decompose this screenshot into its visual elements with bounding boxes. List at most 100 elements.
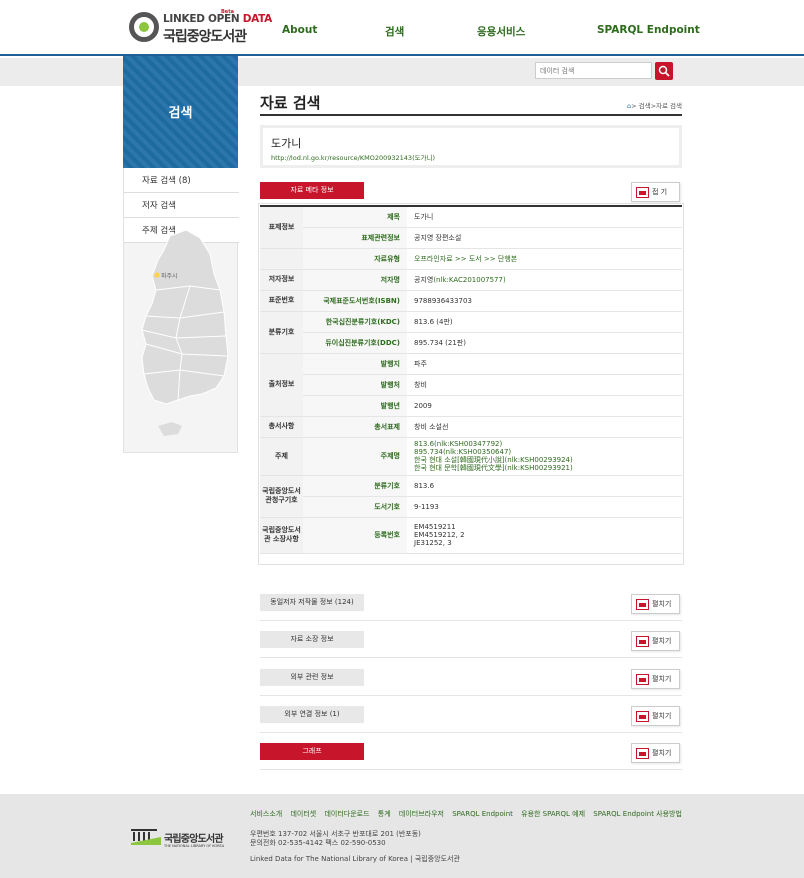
- site-footer: 서비스소개 데이터셋 데이터다운로드 통계 데이터브라우저 SPARQL End…: [0, 794, 804, 878]
- breadcrumb-path: > 검색>자료 검색: [631, 102, 682, 110]
- expand-button[interactable]: 펼치기: [631, 631, 680, 651]
- footer-link[interactable]: 데이터셋: [290, 810, 316, 818]
- nav-search[interactable]: 검색: [385, 24, 404, 39]
- collapse-button[interactable]: 접 기: [631, 182, 680, 202]
- field-value: 813.6(nlk:KSH00347792) 895.734(nlk:KSH00…: [407, 437, 682, 476]
- footer-link[interactable]: 데이터다운로드: [324, 810, 369, 818]
- section-external-links[interactable]: 외부 연결 정보 (1): [260, 706, 364, 723]
- expand-button[interactable]: 펼치기: [631, 743, 680, 763]
- section-divider: [260, 620, 682, 621]
- table-row: 총서사항 총서표제 창비 소설선: [260, 416, 682, 438]
- site-header: LINKED OPEN DATA Beta 국립중앙도서관 About 검색 응…: [0, 0, 804, 56]
- metadata-table: 표제정보 제목 도가니 표제관련정보 공지영 장편소설 자료유형 오프라인자료 …: [260, 205, 682, 554]
- expand-button[interactable]: 펼치기: [631, 669, 680, 689]
- page-title: 자료 검색: [260, 94, 321, 112]
- field-value: 813.6 (4판): [407, 311, 682, 333]
- author-uri-link[interactable]: (nlk:KAC201007577): [433, 276, 505, 284]
- logo-subtitle: 국립중앙도서관: [163, 29, 247, 45]
- site-logo[interactable]: LINKED OPEN DATA Beta 국립중앙도서관: [129, 9, 272, 45]
- sidebar: 자료 검색 (8) 저자 검색 주제 검색 파주시: [123, 168, 239, 453]
- field-value: 9-1193: [407, 496, 682, 518]
- nav-app-services[interactable]: 응용서비스: [477, 24, 525, 39]
- field-label: 듀이십진분류기호(DDC): [303, 332, 407, 354]
- subject-link[interactable]: 한국 현대 소설[韓國現代小說](nlk:KSH00293924): [414, 456, 682, 464]
- map-marker-label: 파주시: [161, 273, 178, 280]
- table-row: 주제 주제명 813.6(nlk:KSH00347792) 895.734(nl…: [260, 437, 682, 476]
- field-label: 저자명: [303, 269, 407, 291]
- section-external-related[interactable]: 외부 관련 정보: [260, 669, 364, 686]
- footer-link[interactable]: SPARQL Endpoint: [452, 810, 513, 818]
- search-bar-band: [0, 58, 804, 86]
- field-value: 도가니: [407, 206, 682, 228]
- nav-sparql-endpoint[interactable]: SPARQL Endpoint: [597, 24, 700, 36]
- table-row: 국립중앙도서관 소장사항 등록번호 EM4519211 EM4519212, 2…: [260, 517, 682, 554]
- footer-link[interactable]: 통계: [378, 810, 391, 818]
- footer-link[interactable]: SPARQL Endpoint 사용방법: [593, 810, 682, 818]
- field-label: 표제관련정보: [303, 227, 407, 249]
- table-row: 발행년 2009: [260, 395, 682, 417]
- sidebar-item-author-search[interactable]: 저자 검색: [124, 193, 239, 218]
- subject-link[interactable]: 한국 현대 문학[韓國現代文學](nlk:KSH00293921): [414, 464, 682, 472]
- search-input[interactable]: [535, 62, 652, 79]
- field-value: 9788936433703: [407, 290, 682, 312]
- subject-link[interactable]: 813.6(nlk:KSH00347792): [414, 440, 682, 448]
- expand-button[interactable]: 펼치기: [631, 706, 680, 726]
- field-label: 자료유형: [303, 248, 407, 270]
- section-divider: [260, 732, 682, 733]
- table-row: 국립중앙도서관청구기호 분류기호 813.6: [260, 475, 682, 518]
- footer-link[interactable]: 데이터브라우저: [399, 810, 444, 818]
- table-row: 발행처 창비: [260, 374, 682, 396]
- field-label: 등록번호: [303, 517, 407, 554]
- field-value: 창비 소설선: [407, 416, 682, 438]
- sidebar-title: 검색: [168, 106, 193, 121]
- field-value: 공지영 장편소설: [407, 227, 682, 249]
- collapse-icon: [636, 187, 649, 198]
- expand-button[interactable]: 펼치기: [631, 594, 680, 614]
- field-value: 공지영(nlk:KAC201007577): [407, 269, 682, 291]
- table-row: 표준번호 국제표준도서번호(ISBN) 9788936433703: [260, 290, 682, 312]
- footer-links: 서비스소개 데이터셋 데이터다운로드 통계 데이터브라우저 SPARQL End…: [250, 809, 688, 819]
- expand-icon: [636, 711, 649, 722]
- field-label: 분류기호: [303, 475, 407, 497]
- nav-about[interactable]: About: [282, 24, 317, 36]
- table-row: 저자정보 저자명 공지영(nlk:KAC201007577): [260, 269, 682, 291]
- metadata-tab-button[interactable]: 자료 메타 정보: [260, 182, 364, 199]
- logo-mark-icon: [129, 12, 159, 42]
- field-value: 2009: [407, 395, 682, 417]
- library-logo-icon: [131, 829, 161, 845]
- expand-icon: [636, 674, 649, 685]
- field-label: 제목: [303, 206, 407, 228]
- footer-link[interactable]: 유용한 SPARQL 예제: [521, 810, 585, 818]
- field-value: 창비: [407, 374, 682, 396]
- field-label: 국제표준도서번호(ISBN): [303, 290, 407, 312]
- group-label: 표제정보: [260, 206, 303, 249]
- field-value: 895.734 (21판): [407, 332, 682, 354]
- group-label: 분류기호: [260, 311, 303, 354]
- sidebar-header: 검색: [123, 56, 238, 168]
- footer-logo-text: 국립중앙도서관: [164, 834, 224, 845]
- search-button[interactable]: [655, 62, 673, 80]
- subject-link[interactable]: 895.734(nlk:KSH00350647): [414, 448, 682, 456]
- logo-title: LINKED OPEN DATA: [163, 13, 273, 25]
- section-holdings[interactable]: 자료 소장 정보: [260, 631, 364, 648]
- section-graph[interactable]: 그래프: [260, 743, 364, 760]
- table-row: 자료유형 오프라인자료 >> 도서 >> 단행본: [260, 248, 682, 270]
- section-same-author-works[interactable]: 동일저자 저작물 정보 (124): [260, 594, 364, 611]
- group-label: 국립중앙도서관 소장사항: [260, 517, 303, 554]
- expand-icon: [636, 636, 649, 647]
- sidebar-item-resource-search[interactable]: 자료 검색 (8): [124, 168, 239, 193]
- breadcrumb: ⌂> 검색>자료 검색: [627, 100, 682, 110]
- footer-link[interactable]: 서비스소개: [250, 810, 282, 818]
- korea-map-image: [141, 229, 229, 436]
- map-marker-icon: [154, 272, 160, 278]
- field-label: 발행년: [303, 395, 407, 417]
- group-label: 출처정보: [260, 353, 303, 417]
- group-label: 주제: [260, 437, 303, 476]
- resource-type-link[interactable]: 오프라인자료 >> 도서 >> 단행본: [414, 255, 517, 263]
- resource-uri-link[interactable]: http://lod.nl.go.kr/resource/KMO20093214…: [271, 152, 435, 162]
- field-label: 도서기호: [303, 496, 407, 518]
- field-value: EM4519211 EM4519212, 2 JE31252, 3: [407, 517, 682, 554]
- footer-address: 우편번호 137-702 서울시 서초구 반포대로 201 (반포동) 문의전화…: [250, 830, 421, 847]
- expand-icon: [636, 748, 649, 759]
- footer-logo-subtext: THE NATIONAL LIBRARY OF KOREA: [164, 844, 225, 848]
